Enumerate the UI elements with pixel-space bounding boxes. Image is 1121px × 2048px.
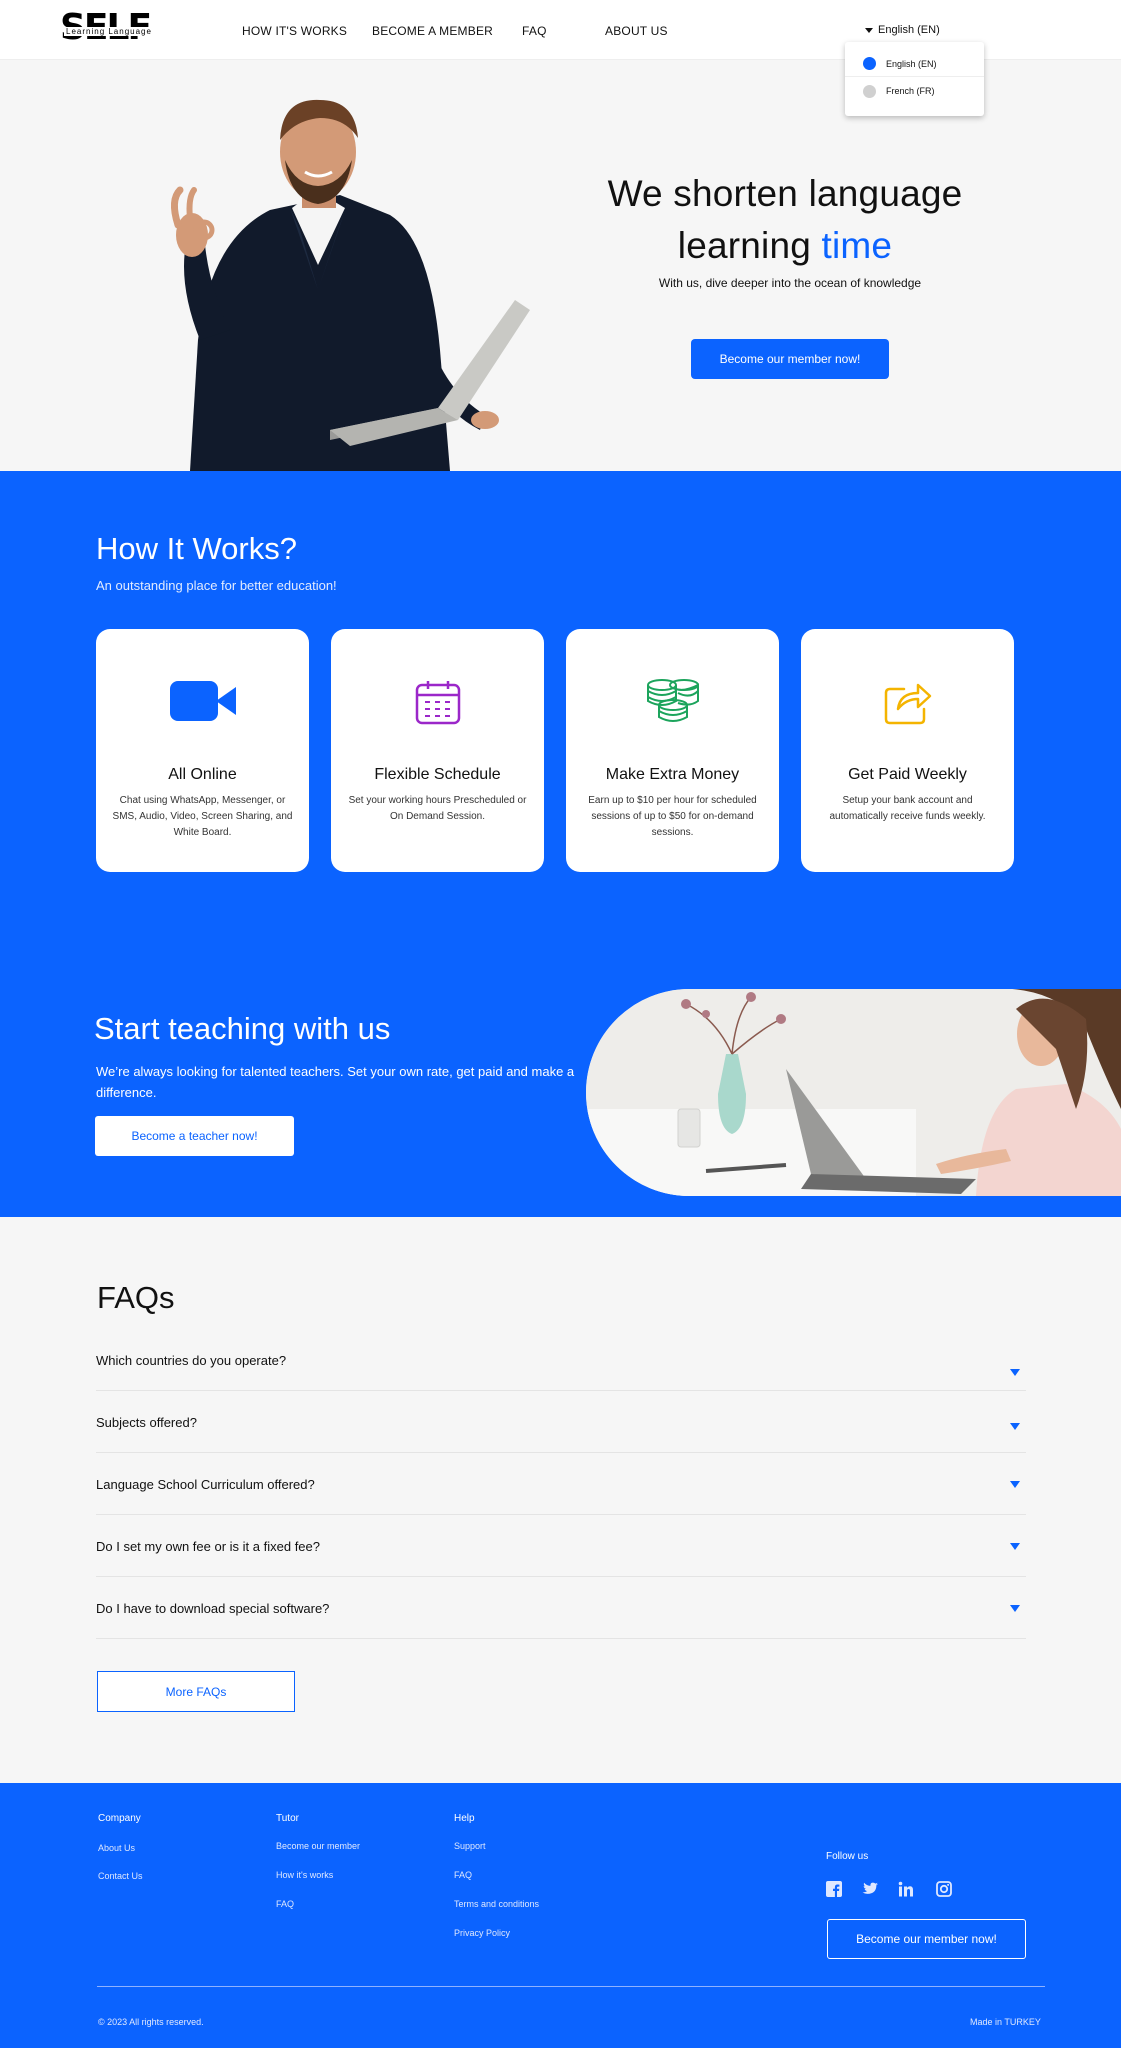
caret-down-icon <box>1010 1543 1020 1550</box>
language-option-fr[interactable]: French (FR) <box>845 78 984 104</box>
nav-about-us[interactable]: ABOUT US <box>605 24 668 38</box>
caret-down-icon <box>1010 1369 1020 1376</box>
share-icon <box>801 679 1014 729</box>
nav-faq[interactable]: FAQ <box>522 24 547 38</box>
hero-section: We shorten language learning time With u… <box>0 60 1121 471</box>
faq-item[interactable]: Language School Curriculum offered? <box>96 1453 1026 1515</box>
hero-subtitle: With us, dive deeper into the ocean of k… <box>658 276 922 290</box>
made-in-text: Made in TURKEY <box>970 2017 1041 2027</box>
footer-tutor-heading: Tutor <box>276 1813 299 1824</box>
copyright-text: © 2023 All rights reserved. <box>98 2017 204 2027</box>
feature-card-all-online: All Online Chat using WhatsApp, Messenge… <box>96 629 309 872</box>
caret-down-icon <box>865 27 873 33</box>
language-selector[interactable]: English (EN) <box>865 24 940 36</box>
faq-question: Do I have to download special software? <box>96 1601 330 1616</box>
footer-link-about-us[interactable]: About Us <box>98 1843 135 1853</box>
footer-link-faq[interactable]: FAQ <box>276 1899 294 1909</box>
footer-help-heading: Help <box>454 1813 475 1824</box>
hero-title: We shorten language learning time <box>520 168 1050 272</box>
woman-using-laptop-image <box>586 989 1121 1196</box>
caret-down-icon <box>1010 1481 1020 1488</box>
follow-us-heading: Follow us <box>826 1851 869 1862</box>
hero-man-with-laptop-image <box>171 99 530 471</box>
more-faqs-button[interactable]: More FAQs <box>97 1671 295 1712</box>
card-title: Flexible Schedule <box>374 766 501 783</box>
faq-question: Subjects offered? <box>96 1415 197 1430</box>
faq-question: Which countries do you operate? <box>96 1353 287 1368</box>
twitter-icon[interactable] <box>862 1881 878 1897</box>
teach-text: We’re always looking for talented teache… <box>96 1064 575 1100</box>
card-text: Set your working hours Prescheduled or O… <box>348 795 527 822</box>
faq-item[interactable]: Do I set my own fee or is it a fixed fee… <box>96 1515 1026 1577</box>
language-option-label: French (FR) <box>886 86 935 96</box>
calendar-icon <box>331 679 544 729</box>
card-title: Make Extra Money <box>605 766 740 783</box>
caret-down-icon <box>1010 1423 1020 1430</box>
footer-divider <box>97 1986 1045 1987</box>
faq-item[interactable]: Do I have to download special software? <box>96 1577 1026 1639</box>
teach-title: Start teaching with us <box>94 1011 391 1046</box>
card-text: Setup your bank account and automaticall… <box>829 795 986 822</box>
hero-title-line2: learning <box>677 225 812 266</box>
footer-company-heading: Company <box>98 1813 141 1824</box>
language-option-label: English (EN) <box>886 58 937 69</box>
caret-down-icon <box>1010 1605 1020 1612</box>
become-teacher-button[interactable]: Become a teacher now! <box>95 1116 294 1156</box>
self-logo[interactable]: SELF Learning Language <box>60 8 160 48</box>
footer-link-privacy[interactable]: Privacy Policy <box>454 1928 510 1938</box>
faq-title: FAQs <box>97 1280 175 1315</box>
card-text: Chat using WhatsApp, Messenger, or SMS, … <box>112 795 293 838</box>
footer-link-how-it-works[interactable]: How it's works <box>276 1870 333 1880</box>
footer-link-become-member[interactable]: Become our member <box>276 1841 360 1851</box>
footer-link-help-faq[interactable]: FAQ <box>454 1870 472 1880</box>
feature-card-flexible-schedule: Flexible Schedule Set your working hours… <box>331 629 544 872</box>
hero-title-accent: time <box>821 225 893 266</box>
how-it-works-section: How It Works? An outstanding place for b… <box>0 471 1121 1217</box>
footer-become-member-button[interactable]: Become our member now! <box>827 1919 1026 1959</box>
language-dropdown: English (EN) French (FR) <box>845 42 984 116</box>
become-member-button[interactable]: Become our member now! <box>691 339 889 379</box>
nav-how-it-works[interactable]: HOW IT'S WORKS <box>242 24 347 38</box>
radio-unselected-icon <box>863 84 876 98</box>
footer-link-terms[interactable]: Terms and conditions <box>454 1899 539 1909</box>
footer: Company About Us Contact Us Tutor Become… <box>0 1783 1121 2048</box>
how-it-works-title: How It Works? <box>96 531 297 566</box>
instagram-icon[interactable] <box>936 1881 952 1897</box>
language-current: English (EN) <box>878 24 940 36</box>
faq-question: Do I set my own fee or is it a fixed fee… <box>96 1539 320 1554</box>
faq-question: Language School Curriculum offered? <box>96 1477 315 1492</box>
feature-card-get-paid-weekly: Get Paid Weekly Setup your bank account … <box>801 629 1014 872</box>
nav-become-member[interactable]: BECOME A MEMBER <box>372 24 493 38</box>
how-it-works-subtitle: An outstanding place for better educatio… <box>96 578 337 593</box>
radio-selected-icon <box>863 57 876 70</box>
coins-stack-icon <box>566 679 779 729</box>
card-text: Earn up to $10 per hour for scheduled se… <box>588 795 757 838</box>
video-camera-icon <box>96 679 309 729</box>
faq-item[interactable]: Subjects offered? <box>96 1391 1026 1453</box>
faq-item[interactable]: Which countries do you operate? <box>96 1329 1026 1391</box>
facebook-icon[interactable] <box>826 1881 842 1897</box>
footer-link-contact-us[interactable]: Contact Us <box>98 1871 143 1881</box>
feature-card-make-extra-money: Make Extra Money Earn up to $10 per hour… <box>566 629 779 872</box>
card-title: Get Paid Weekly <box>848 766 967 783</box>
hero-title-line1: We shorten language <box>607 173 963 214</box>
linkedin-icon[interactable] <box>898 1881 914 1897</box>
language-option-en[interactable]: English (EN) <box>845 51 984 77</box>
card-title: All Online <box>168 766 237 783</box>
logo-subtitle: Learning Language <box>64 27 154 36</box>
footer-link-support[interactable]: Support <box>454 1841 486 1851</box>
faq-section: FAQs Which countries do you operate? Sub… <box>0 1217 1121 1783</box>
